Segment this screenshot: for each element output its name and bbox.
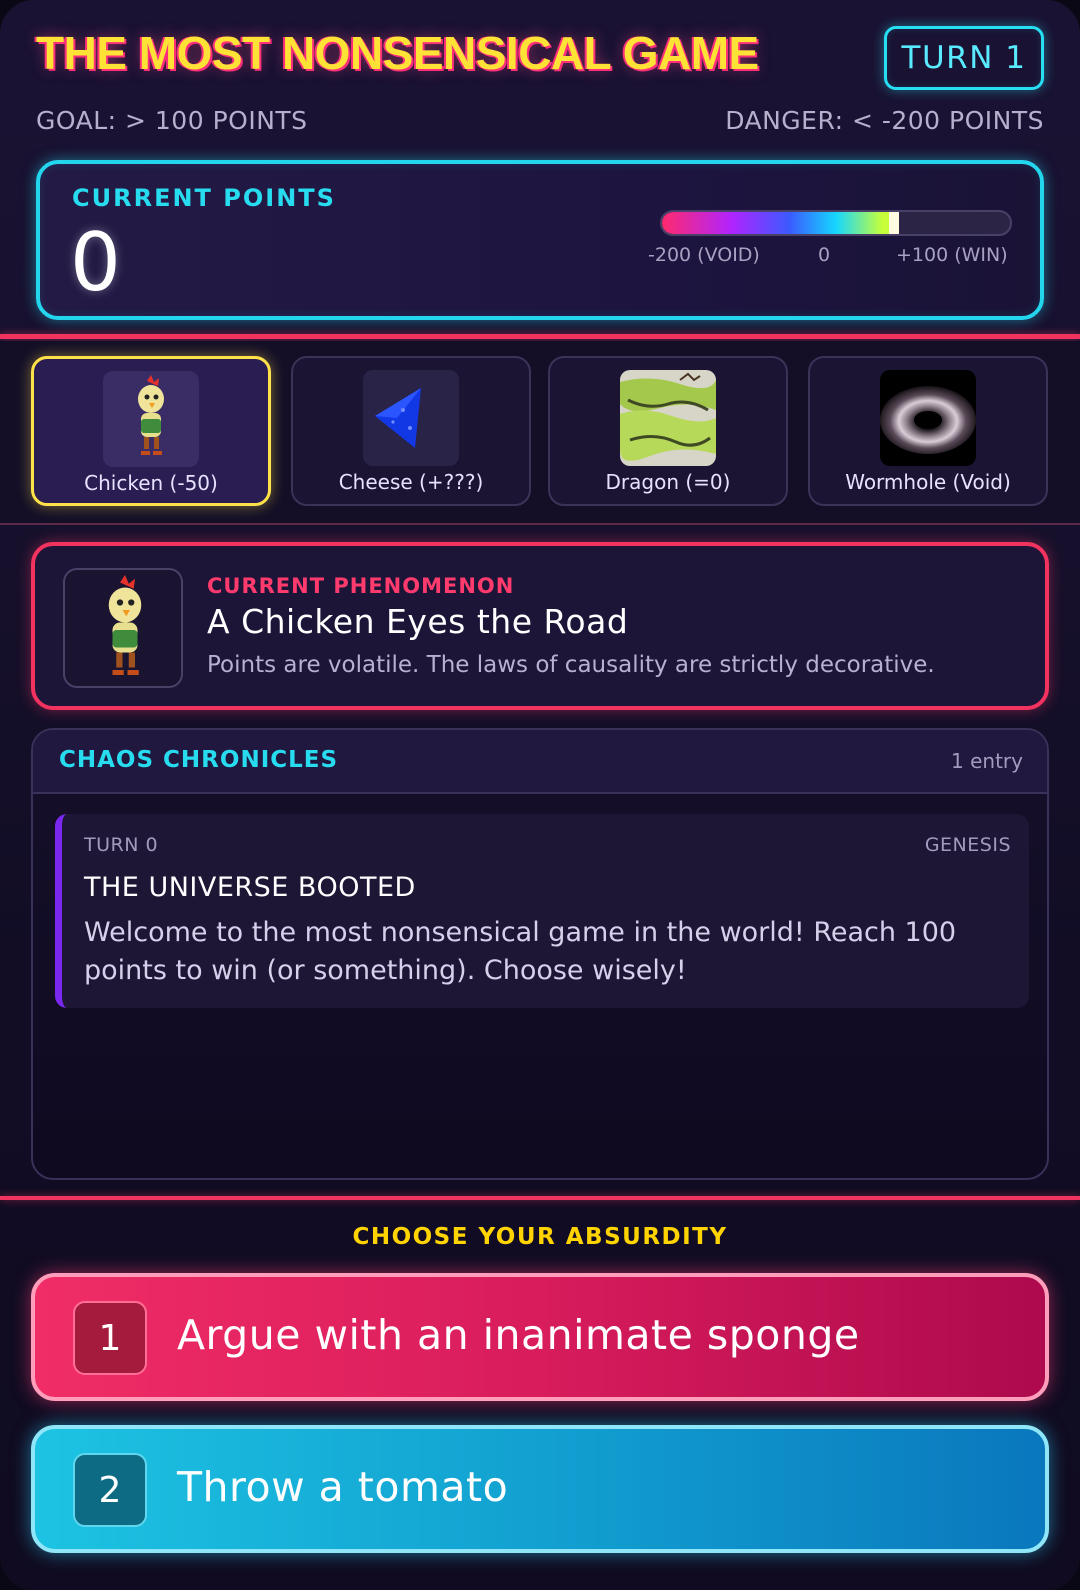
top-divider — [0, 334, 1080, 339]
current-phenomenon-panel: CURRENT PHENOMENON A Chicken Eyes the Ro… — [31, 542, 1049, 710]
meter-max-label: +100 (WIN) — [896, 244, 1008, 266]
turn-badge: TURN 1 — [884, 26, 1044, 90]
goal-text: GOAL: > 100 POINTS — [36, 106, 308, 135]
chronicles-header: CHAOS CHRONICLES 1 entry — [33, 730, 1047, 794]
points-panel: CURRENT POINTS 0 -200 (VOID) 0 +100 (WIN… — [36, 160, 1044, 320]
game-title: THE MOST NONSENSICAL GAME — [36, 27, 759, 79]
chaos-chronicles-panel[interactable]: CHAOS CHRONICLES 1 entry TURN 0 GENESIS … — [31, 728, 1049, 1180]
points-meter-fill — [662, 212, 895, 234]
bottom-divider — [0, 1196, 1080, 1200]
choice-number: 1 — [73, 1301, 147, 1375]
entry-title: THE UNIVERSE BOOTED — [84, 872, 416, 903]
chronicles-title: CHAOS CHRONICLES — [59, 747, 339, 773]
choose-label: CHOOSE YOUR ABSURDITY — [352, 1224, 728, 1250]
phenomenon-title: A Chicken Eyes the Road — [207, 602, 629, 641]
points-value: 0 — [70, 216, 121, 309]
card-wormhole[interactable]: Wormhole (Void) — [808, 356, 1048, 506]
choice-button-1[interactable]: 1 Argue with an inanimate sponge — [31, 1273, 1049, 1401]
phenomenon-description: Points are volatile. The laws of causali… — [207, 652, 935, 678]
cards-divider — [0, 523, 1080, 525]
meter-min-label: -200 (VOID) — [648, 244, 760, 266]
game-screen: THE MOST NONSENSICAL GAME TURN 1 GOAL: >… — [0, 0, 1080, 1590]
points-meter — [660, 210, 1012, 236]
card-label: Wormhole (Void) — [845, 470, 1011, 494]
wormhole-icon — [880, 370, 976, 466]
card-cheese[interactable]: Cheese (+???) — [291, 356, 531, 506]
entry-tag: GENESIS — [924, 834, 1011, 856]
cheese-icon — [363, 370, 459, 466]
entry-turn: TURN 0 — [84, 834, 159, 856]
chronicle-entry: TURN 0 GENESIS THE UNIVERSE BOOTED Welco… — [55, 814, 1029, 1008]
meter-mid-label: 0 — [818, 244, 831, 266]
chicken-icon — [103, 371, 199, 467]
card-label: Cheese (+???) — [338, 470, 484, 494]
phenomenon-tag: CURRENT PHENOMENON — [207, 574, 515, 598]
card-label: Chicken (-50) — [84, 471, 218, 495]
card-dragon[interactable]: Dragon (=0) — [548, 356, 788, 506]
chronicles-count: 1 entry — [951, 749, 1023, 773]
points-meter-marker — [889, 212, 900, 234]
dragon-icon — [620, 370, 716, 466]
choice-text: Argue with an inanimate sponge — [177, 1311, 860, 1359]
entry-text: Welcome to the most nonsensical game in … — [84, 917, 957, 986]
choice-button-2[interactable]: 2 Throw a tomato — [31, 1425, 1049, 1553]
card-label: Dragon (=0) — [605, 470, 731, 494]
choice-text: Throw a tomato — [177, 1463, 509, 1511]
card-chicken[interactable]: Chicken (-50) — [31, 356, 271, 506]
points-label: CURRENT POINTS — [72, 184, 336, 212]
choice-number: 2 — [73, 1453, 147, 1527]
chicken-icon — [63, 568, 183, 688]
danger-text: DANGER: < -200 POINTS — [725, 106, 1044, 135]
